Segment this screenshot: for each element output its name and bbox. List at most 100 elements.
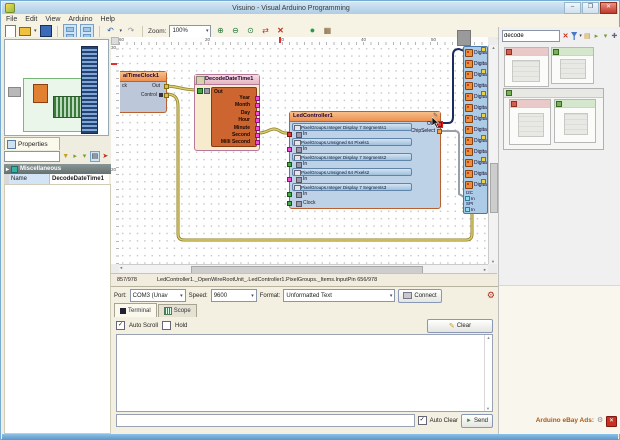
group-header[interactable] [504,89,603,98]
collapse-all-icon[interactable]: ▾ [602,32,609,41]
vertical-scrollbar[interactable]: ▲ ▼ [488,45,498,264]
tab-terminal[interactable]: Terminal [114,303,157,317]
output-pin[interactable] [255,96,260,101]
pin-panel-icon[interactable]: ✚ [611,32,618,41]
in-pin[interactable] [287,147,292,152]
pixelgroup-bar[interactable]: PixelGroups.Integer Display 7 Segments3 [292,183,412,191]
save-project-icon[interactable] [40,25,52,37]
ads-tools-icon[interactable]: ⚙ [597,416,605,424]
undo-icon[interactable]: ↶ [105,25,117,37]
format-select[interactable]: Unformatted Text▾ [283,289,395,302]
pixelgroup-bar[interactable]: PixelGroups.Unsigned 64 Pixels2 [292,168,412,176]
open-project-icon[interactable] [19,27,31,36]
auto-clear-checkbox[interactable]: ✓ [418,416,427,425]
redo-icon[interactable]: ↷ [125,25,137,37]
category-view-icon[interactable]: ▤ [584,32,591,41]
scroll-down-icon[interactable]: ▼ [491,259,495,264]
grid-view-icon[interactable]: ▤ [90,151,99,162]
out-pin[interactable] [164,84,169,89]
output-pin[interactable] [255,103,260,108]
zoom-out-icon[interactable]: ⊖ [229,25,241,37]
output-pin[interactable] [255,140,260,145]
panel-grip[interactable] [457,30,471,46]
collapse-all-icon[interactable]: ▾ [81,152,88,161]
spi-pin-row[interactable]: In [464,206,487,212]
digital-pin-row[interactable]: Digital [464,146,487,157]
output-pin[interactable] [255,133,260,138]
terminal-output[interactable]: ▲ ▼ [116,334,493,412]
pixelgroup-bar[interactable]: PixelGroups.Unsigned 64 Pixels1 [292,138,412,146]
filter-icon[interactable] [571,32,577,40]
block-decodedatetime[interactable]: DecodeDateTime1 In Out Year [194,74,260,151]
open-dropdown-icon[interactable]: ▾ [34,28,37,34]
i2c-pin[interactable] [465,196,470,201]
spi-pin[interactable] [465,207,470,212]
digital-pin-row[interactable]: Digital [464,91,487,102]
tab-scope[interactable]: Scope [158,304,197,317]
output-pin[interactable] [255,118,260,123]
in-pin[interactable] [287,162,292,167]
clear-button[interactable]: ✎Clear [427,319,493,333]
digital-pin-row[interactable]: Digital [464,124,487,135]
minimize-button[interactable]: – [564,2,581,14]
vertical-scroll-thumb[interactable] [490,163,498,213]
tools-icon[interactable]: ⚙ [487,290,495,301]
digital-pin-row[interactable]: Digital [464,157,487,168]
digital-pin-row[interactable]: Digital [464,113,487,124]
output-pin[interactable] [255,126,260,131]
component-card[interactable] [551,47,594,84]
digital-pin-row[interactable]: Digital [464,80,487,91]
tab-properties[interactable]: Properties [4,137,60,150]
send-button[interactable]: ►Send [461,414,493,428]
output-scrollbar[interactable]: ▲ ▼ [484,335,492,411]
menu-item[interactable]: Help [101,16,115,23]
pixelgroup-bar[interactable]: PixelGroups.Integer Display 7 Segments1 [292,123,412,131]
speed-select[interactable]: 9600▾ [211,289,257,302]
digital-pin-row[interactable]: Digital [464,47,487,58]
port-select[interactable]: COM3 (Unav▾ [130,289,186,302]
in-pin[interactable] [287,132,292,137]
component-card[interactable] [554,99,596,143]
scroll-up-icon[interactable]: ▲ [492,45,496,50]
ads-close-icon[interactable]: ✕ [606,416,617,427]
zoom-actual-icon[interactable]: ⊙ [244,25,256,37]
output-pin[interactable] [255,111,260,116]
layout-toggle-a-icon[interactable] [63,24,77,38]
block-ledcontroller[interactable]: LedController1 ✎ Out ChipSelect [289,111,441,209]
in-pin[interactable] [197,88,203,94]
scroll-right-icon[interactable]: ► [483,267,487,272]
build-icon[interactable]: ● [306,25,318,37]
component-card[interactable] [504,47,549,87]
digital-pin-row[interactable]: Digital [464,179,487,190]
new-document-icon[interactable] [5,25,16,38]
control-pin[interactable] [164,93,169,98]
menu-item[interactable]: View [45,16,60,23]
filter-icon[interactable]: ▼ [62,152,69,161]
filter-dropdown-icon[interactable]: ▾ [579,33,582,39]
expand-all-icon[interactable]: ▸ [593,32,600,41]
upload-icon[interactable]: ▦ [321,25,333,37]
block-realtimeclock[interactable]: alTimeClock1 ck Out Control [120,71,167,113]
hold-checkbox[interactable] [162,321,171,330]
digital-pin-row[interactable]: Digital [464,135,487,146]
auto-scroll-checkbox[interactable]: ✓ [116,321,125,330]
chipselect-pin[interactable] [437,129,442,134]
properties-filter-input[interactable] [4,151,60,162]
design-canvas[interactable]: alTimeClock1 ck Out Control DecodeDateTi… [119,45,488,264]
arduino-board-strip[interactable]: Digital Digital Digital [463,46,488,214]
clock-pin[interactable] [287,201,292,206]
property-category-header[interactable]: ▸ Miscellaneous [4,164,111,174]
digital-pin-row[interactable]: Digital [464,58,487,69]
pixelgroup-bar[interactable]: PixelGroups.Integer Display 7 Segments2 [292,153,412,161]
in-pin[interactable] [287,177,292,182]
connect-button[interactable]: Connect [398,289,441,303]
layout-toggle-b-icon[interactable] [80,24,94,38]
close-button[interactable]: ✕ [600,2,617,14]
menu-item[interactable]: Arduino [68,16,92,23]
maximize-button[interactable]: ❐ [582,2,599,14]
overview-minimap[interactable] [4,39,109,136]
palette-search-input[interactable] [502,30,560,42]
refresh-icon[interactable]: ⇄ [259,25,271,37]
pin-icon[interactable]: ➤ [102,152,109,161]
scroll-up-icon[interactable]: ▲ [487,335,491,340]
